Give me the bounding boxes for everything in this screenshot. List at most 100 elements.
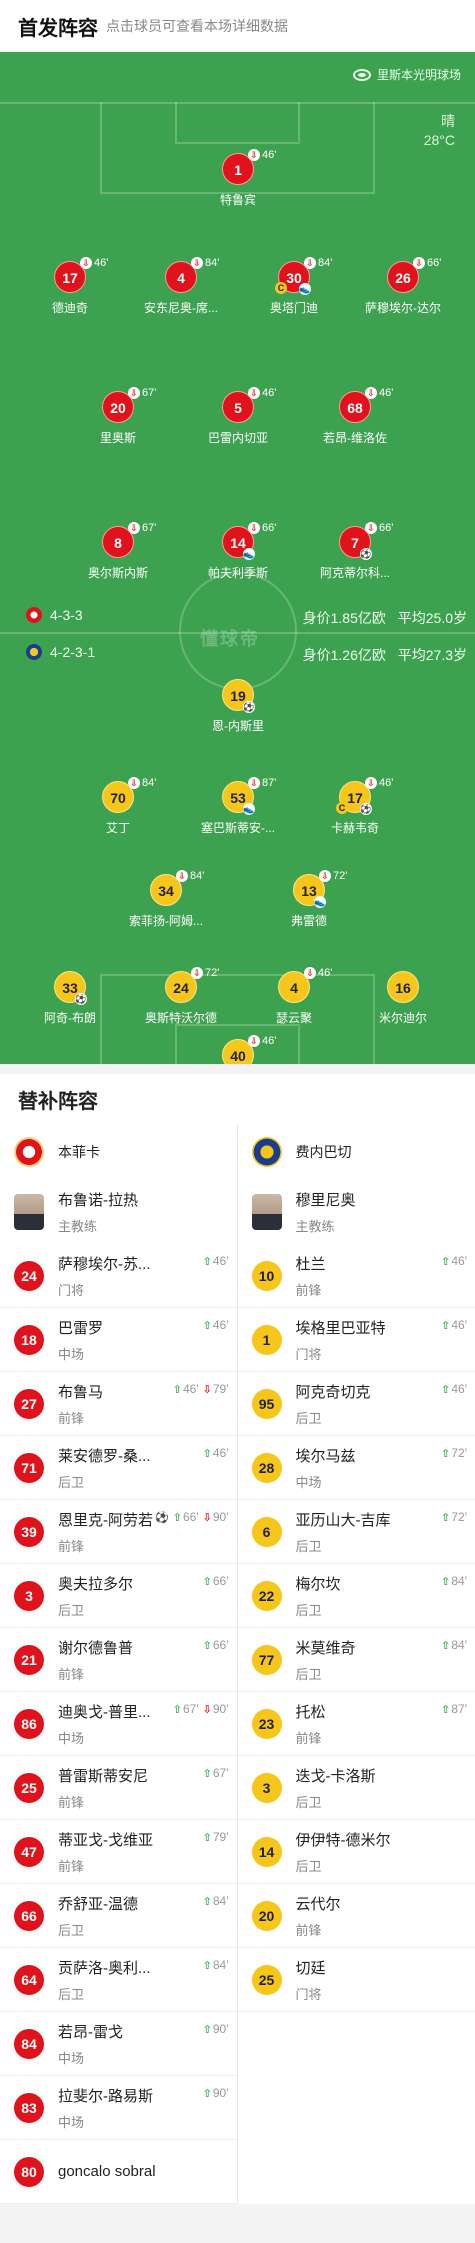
sub-out-minute: 90' — [212, 1510, 229, 1524]
benfica-crest-icon — [14, 1137, 44, 1167]
home-starter-11[interactable]: 7 ⇩ 66' ⚽ 阿克蒂尔科... — [310, 522, 400, 581]
sub-out-icon: ⇩ — [365, 777, 377, 789]
home-sub-row[interactable]: 18 巴雷罗 中场 ⇧ 46' — [0, 1308, 237, 1372]
home-starter-9[interactable]: 8 ⇩ 67' 奥尔斯内斯 — [73, 522, 163, 581]
sub-events: ⇧ 66' — [203, 1574, 229, 1588]
sub-name: 普雷斯蒂安尼 — [58, 1767, 149, 1785]
away-sub-row[interactable]: 95 阿克奇切克 后卫 ⇧ 46' — [237, 1372, 475, 1436]
sub-events: ⇧ 90' — [203, 2022, 229, 2036]
away-sub-row[interactable]: 14 伊伊特-德米尔 后卫 — [237, 1820, 475, 1884]
away-starter-6[interactable]: 13 ⇩ 72' 👟 弗雷德 — [264, 870, 354, 929]
sub-minute: 46' — [94, 257, 109, 269]
home-starter-8[interactable]: 68 ⇩ 46' 若昂-维洛佐 — [310, 387, 400, 446]
home-sub-row[interactable]: 71 莱安德罗-桑... 后卫 ⇧ 46' — [0, 1436, 237, 1500]
home-coach[interactable]: 布鲁诺-拉热 主教练 — [0, 1180, 237, 1244]
home-sub-row[interactable]: 64 贡萨洛-奥利... 后卫 ⇧ 84' — [0, 1948, 237, 2012]
home-sub-row[interactable]: 24 萨穆埃尔-苏... 门将 ⇧ 46' — [0, 1244, 237, 1308]
away-sub-row[interactable]: 23 托松 前锋 ⇧ 87' — [237, 1692, 475, 1756]
sub-in-icon: ⇧ — [202, 1959, 212, 1972]
sub-out-icon: ⇩ — [319, 870, 331, 882]
sub-in-tag: ⇧ 46' — [441, 1254, 467, 1268]
away-starter-8[interactable]: 24 ⇩ 72' 奥斯特沃尔德 — [136, 967, 226, 1026]
home-starter-1[interactable]: 1 ⇩ 46' 特鲁宾 — [193, 149, 283, 208]
home-sub-row[interactable]: 66 乔舒亚-温德 后卫 ⇧ 84' — [0, 1884, 237, 1948]
away-starter-7[interactable]: 33 ⚽ 阿奇-布朗 — [25, 971, 115, 1026]
away-sub-row[interactable]: 25 切廷 门将 — [237, 1948, 475, 2012]
player-name: 阿克蒂尔科... — [319, 566, 390, 580]
sub-minute: 84' — [205, 257, 220, 269]
player-number-badge: 5 ⇩ 46' — [222, 387, 276, 423]
away-starter-3[interactable]: 53 ⇩ 87' 👟 塞巴斯蒂安-... — [193, 777, 283, 836]
away-team-name: 费内巴切 — [295, 1144, 352, 1160]
home-sub-row[interactable]: 83 拉斐尔-路易斯 中场 ⇧ 90' — [0, 2076, 237, 2140]
sub-number-badge: 66 — [14, 1900, 44, 1931]
sub-name: 拉斐尔-路易斯 — [58, 2087, 153, 2105]
sub-position: 前锋 — [295, 1282, 322, 1298]
sub-in-minute: 46' — [212, 1446, 229, 1460]
home-sub-row[interactable]: 80 goncalo sobral — [0, 2140, 237, 2204]
home-sub-row[interactable]: 25 普雷斯蒂安尼 前锋 ⇧ 67' — [0, 1756, 237, 1820]
home-starter-5[interactable]: 26 ⇩ 66' 萨穆埃尔-达尔 — [358, 257, 448, 316]
away-starter-5[interactable]: 34 ⇩ 84' 索菲扬-阿姆... — [121, 870, 211, 929]
sub-in-minute: 72' — [451, 1446, 467, 1460]
home-sub-row[interactable]: 47 蒂亚戈-戈维亚 前锋 ⇧ 79' — [0, 1820, 237, 1884]
sub-minute: 66' — [379, 522, 394, 534]
away-sub-row[interactable]: 6 亚历山大-吉库 后卫 ⇧ 72' — [237, 1500, 475, 1564]
away-sub-row[interactable]: 22 梅尔坎 后卫 ⇧ 84' — [237, 1564, 475, 1628]
home-starter-7[interactable]: 5 ⇩ 46' 巴雷内切亚 — [193, 387, 283, 446]
away-sub-row[interactable]: 1 埃格里巴亚特 门将 ⇧ 46' — [237, 1308, 475, 1372]
sub-number-badge: 24 — [14, 1260, 44, 1291]
sub-minute: 72' — [333, 870, 348, 882]
home-sub-row[interactable]: 86 迪奥戈-普里... 中场 ⇧ 67' ⇩ 90' — [0, 1692, 237, 1756]
away-starter-9[interactable]: 4 ⇩ 46' 瑟云聚 — [249, 967, 339, 1026]
away-average-age: 平均27.3岁 — [397, 647, 467, 663]
away-sub-row[interactable]: 10 杜兰 前锋 ⇧ 46' — [237, 1244, 475, 1308]
away-starter-2[interactable]: 70 ⇩ 84' 艾丁 — [73, 777, 163, 836]
away-team-row[interactable]: 费内巴切 — [238, 1124, 475, 1180]
home-sub-row[interactable]: 21 谢尔德鲁普 前锋 ⇧ 66' — [0, 1628, 237, 1692]
sub-in-minute: 72' — [451, 1510, 467, 1524]
away-starter-1[interactable]: 19 ⚽ 恩-内斯里 — [193, 679, 283, 734]
home-sub-row[interactable]: 3 奥夫拉多尔 后卫 ⇧ 66' — [0, 1564, 237, 1628]
away-starter-4[interactable]: 17 ⇩ 46' C ⚽ 卡赫韦奇 — [310, 777, 400, 836]
sub-name: 埃格里巴亚特 — [295, 1319, 386, 1337]
weather-condition: 晴 — [441, 113, 455, 129]
away-starter-11[interactable]: 40⇩46'利瓦科维奇 — [193, 1035, 283, 1064]
home-starter-6[interactable]: 20 ⇩ 67' 里奥斯 — [73, 387, 163, 446]
sub-in-minute: 46' — [212, 1318, 229, 1332]
sub-events: ⇧ 84' — [203, 1958, 229, 1972]
sub-in-icon: ⇧ — [202, 1255, 212, 1268]
home-formation-text: 4-3-3 — [50, 607, 83, 623]
sub-in-tag: ⇧ 66' — [203, 1638, 229, 1652]
sub-in-tag: ⇧ 66' — [203, 1574, 229, 1588]
home-starter-10[interactable]: 14 ⇩ 66' 👟 帕夫利季斯 — [193, 522, 283, 581]
player-number-badge: 20 ⇩ 67' — [102, 387, 156, 423]
sub-in-icon: ⇧ — [172, 1703, 182, 1716]
sub-in-tag: ⇧ 46' — [173, 1382, 199, 1396]
away-sub-row[interactable]: 20 云代尔 前锋 — [237, 1884, 475, 1948]
away-sub-row[interactable]: 28 埃尔马兹 中场 ⇧ 72' — [237, 1436, 475, 1500]
home-sub-row[interactable]: 27 布鲁马 前锋 ⇧ 46' ⇩ 79' — [0, 1372, 237, 1436]
substituted-off-marker: ⇩ 72' — [191, 966, 219, 980]
away-sub-row[interactable]: 77 米莫维奇 后卫 ⇧ 84' — [237, 1628, 475, 1692]
away-starter-10[interactable]: 16 米尔迪尔 — [358, 971, 448, 1026]
substituted-off-marker: ⇩ 72' — [319, 869, 347, 883]
home-sub-row[interactable]: 84 若昂-雷戈 中场 ⇧ 90' — [0, 2012, 237, 2076]
home-starter-2[interactable]: 17 ⇩ 46' 德迪奇 — [25, 257, 115, 316]
player-name: 塞巴斯蒂安-... — [201, 821, 275, 835]
sub-in-minute: 90' — [212, 2086, 229, 2100]
sub-number-badge: 39 — [14, 1516, 44, 1547]
sub-position: 后卫 — [295, 1858, 322, 1874]
home-starter-3[interactable]: 4 ⇩ 84' 安东尼奥-席... — [136, 257, 226, 316]
sub-out-icon: ⇩ — [202, 1383, 212, 1396]
home-starter-4[interactable]: 30 ⇩ 84' C 👟 奥塔门迪 — [249, 257, 339, 316]
player-number: 34 — [158, 883, 174, 899]
sub-number-badge: 23 — [251, 1708, 282, 1739]
away-coach[interactable]: 穆里尼奥 主教练 — [238, 1180, 475, 1244]
sub-events: ⇧ 46' — [441, 1254, 467, 1268]
sub-in-tag: ⇧ 84' — [441, 1638, 467, 1652]
away-sub-row[interactable]: 3 迭戈-卡洛斯 后卫 — [237, 1756, 475, 1820]
home-team-row[interactable]: 本菲卡 — [0, 1124, 237, 1180]
player-number-badge: 68 ⇩ 46' — [339, 387, 393, 423]
home-sub-row[interactable]: 39 恩里克-阿劳若 前锋 ⚽ ⇧ 66' ⇩ 90' — [0, 1500, 237, 1564]
